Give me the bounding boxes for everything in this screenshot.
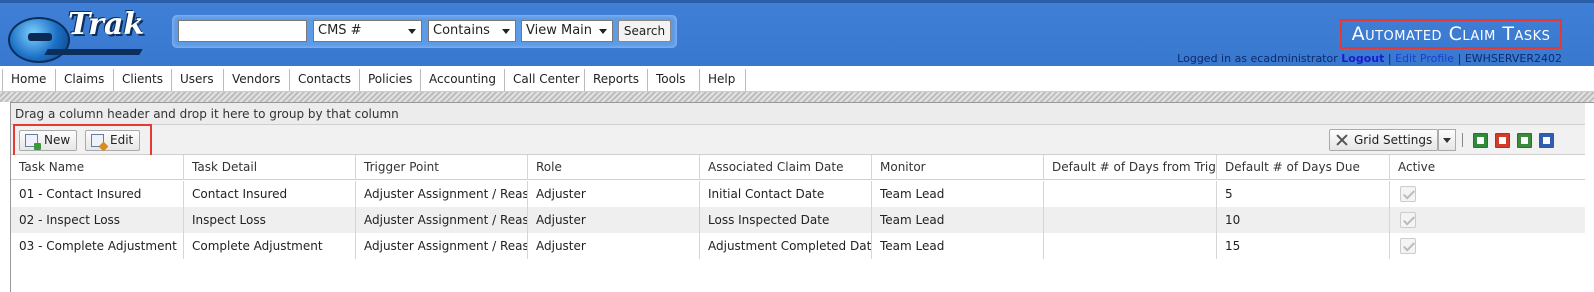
cell-trigger-point: Adjuster Assignment / Reassignment (355, 181, 527, 207)
globe-logo-icon (8, 17, 70, 63)
nav-item-help[interactable]: Help (700, 69, 746, 91)
grid-settings-dropdown[interactable] (1438, 129, 1456, 151)
cell-active (1389, 207, 1585, 233)
cell-days-from-trigger (1043, 207, 1216, 233)
logged-in-text: Logged in as ecadministrator (1177, 52, 1338, 65)
cell-days-due: 10 (1216, 207, 1389, 233)
cell-trigger-point: Adjuster Assignment / Reassignment (355, 207, 527, 233)
active-checkbox (1400, 238, 1416, 254)
separator: | (1387, 52, 1392, 65)
cell-task-name: 01 - Contact Insured (19, 187, 142, 201)
cell-task-name: 02 - Inspect Loss (19, 213, 121, 227)
server-name: EWHSERVER2402 (1464, 52, 1562, 65)
column-header-default-days-due[interactable]: Default # of Days Due (1216, 155, 1389, 180)
cell-monitor: Team Lead (871, 181, 1043, 207)
claim-tasks-grid: Drag a column header and drop it here to… (10, 102, 1594, 292)
cell-active (1389, 233, 1585, 259)
search-bar: CMS # Contains View Main Search (172, 15, 677, 48)
cell-task-detail: Contact Insured (183, 181, 355, 207)
chevron-down-icon (502, 29, 510, 34)
cell-role: Adjuster (527, 233, 699, 259)
logout-link[interactable]: Logout (1341, 52, 1384, 65)
column-header-task-detail[interactable]: Task Detail (183, 155, 355, 180)
word-export-icon[interactable] (1539, 133, 1554, 148)
column-header-role[interactable]: Role (527, 155, 699, 180)
page-title: Automated Claim Tasks (1340, 19, 1562, 49)
chevron-down-icon (599, 29, 607, 34)
highlight-box (13, 124, 152, 159)
cell-task-name: 03 - Complete Adjustment (19, 239, 177, 253)
column-header-associated-claim-date[interactable]: Associated Claim Date (699, 155, 871, 180)
cell-associated-claim-date: Adjustment Completed Date (699, 233, 871, 259)
trak-logo[interactable]: Trak (6, 7, 151, 65)
grid-header-row: Task Name Task Detail Trigger Point Role… (11, 155, 1585, 180)
search-operator-value: Contains (433, 23, 490, 38)
search-field-select[interactable]: CMS # (313, 20, 422, 42)
nav-item-reports[interactable]: Reports (585, 69, 648, 91)
nav-item-accounting[interactable]: Accounting (421, 69, 505, 91)
cell-task-detail: Inspect Loss (183, 207, 355, 233)
cell-monitor: Team Lead (871, 207, 1043, 233)
pdf-export-icon[interactable] (1495, 133, 1510, 148)
column-header-active[interactable]: Active (1389, 155, 1585, 180)
cell-days-from-trigger (1043, 181, 1216, 207)
column-header-monitor[interactable]: Monitor (871, 155, 1043, 180)
cell-monitor: Team Lead (871, 233, 1043, 259)
nav-item-users[interactable]: Users (172, 69, 224, 91)
view-select-value: View Main (526, 23, 593, 38)
view-select[interactable]: View Main (521, 20, 613, 42)
active-checkbox (1400, 212, 1416, 228)
grid-toolbar: New Edit Grid Settings (11, 125, 1585, 155)
cell-days-from-trigger (1043, 233, 1216, 259)
cell-days-due: 5 (1216, 181, 1389, 207)
column-header-task-name[interactable]: Task Name (11, 155, 183, 180)
table-row[interactable]: 02 - Inspect Loss Inspect Loss Adjuster … (11, 207, 1585, 233)
grid-settings-button[interactable]: Grid Settings (1329, 129, 1438, 151)
cell-role: Adjuster (527, 207, 699, 233)
search-input[interactable] (178, 20, 307, 42)
nav-item-call-center[interactable]: Call Center (505, 69, 585, 91)
column-header-default-days-from-trigger[interactable]: Default # of Days from Trigger Point (1043, 155, 1216, 180)
active-checkbox (1400, 186, 1416, 202)
cell-associated-claim-date: Initial Contact Date (699, 181, 871, 207)
csv-export-icon[interactable] (1517, 133, 1532, 148)
nav-item-tools[interactable]: Tools (648, 69, 700, 91)
column-header-trigger-point[interactable]: Trigger Point (355, 155, 527, 180)
excel-export-icon[interactable] (1473, 133, 1488, 148)
cell-role: Adjuster (527, 181, 699, 207)
cell-task-detail: Complete Adjustment (183, 233, 355, 259)
toolbar-separator (1462, 133, 1463, 147)
cell-days-due: 15 (1216, 233, 1389, 259)
nav-item-home[interactable]: Home (2, 69, 56, 91)
tools-icon (1335, 133, 1349, 147)
app-header: Trak CMS # Contains View Main Search Aut… (0, 0, 1594, 66)
group-by-panel[interactable]: Drag a column header and drop it here to… (11, 103, 1585, 125)
edit-profile-link[interactable]: Edit Profile (1395, 52, 1454, 65)
search-field-value: CMS # (318, 23, 362, 38)
cell-active (1389, 181, 1585, 207)
nav-item-contacts[interactable]: Contacts (290, 69, 360, 91)
login-info: Logged in as ecadministrator Logout | Ed… (1177, 52, 1562, 65)
search-operator-select[interactable]: Contains (428, 20, 516, 42)
table-row[interactable]: 01 - Contact Insured Contact Insured Adj… (11, 181, 1585, 207)
nav-item-policies[interactable]: Policies (360, 69, 421, 91)
table-row[interactable]: 03 - Complete Adjustment Complete Adjust… (11, 233, 1585, 259)
grid-settings-label: Grid Settings (1354, 133, 1433, 147)
search-button[interactable]: Search (618, 20, 671, 42)
logo-swoosh (44, 49, 143, 55)
cell-trigger-point: Adjuster Assignment / Reassignment (355, 233, 527, 259)
main-nav: Home Claims Clients Users Vendors Contac… (0, 66, 1594, 92)
separator: | (1457, 52, 1462, 65)
cell-associated-claim-date: Loss Inspected Date (699, 207, 871, 233)
nav-item-clients[interactable]: Clients (114, 69, 172, 91)
nav-item-vendors[interactable]: Vendors (224, 69, 290, 91)
logo-text: Trak (68, 7, 145, 42)
header-divider (0, 92, 1594, 102)
chevron-down-icon (408, 29, 416, 34)
nav-item-claims[interactable]: Claims (56, 69, 114, 91)
